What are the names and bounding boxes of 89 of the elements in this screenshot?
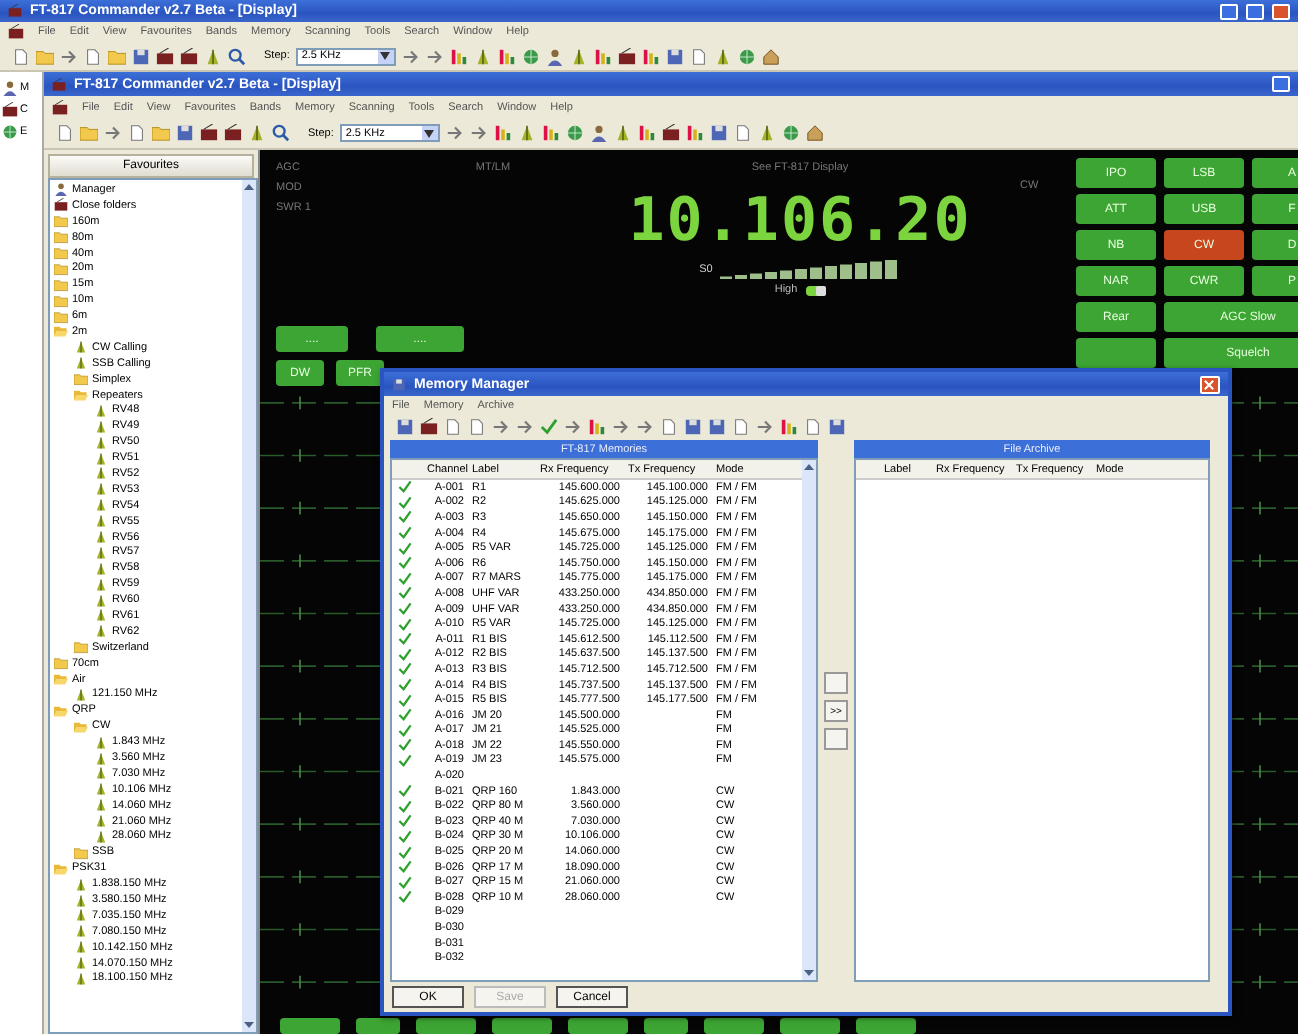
folder-icon[interactable] <box>74 845 88 860</box>
folder-icon[interactable] <box>74 372 88 387</box>
arrow-icon[interactable] <box>492 418 510 436</box>
antenna-icon[interactable] <box>757 124 776 142</box>
radio-icon[interactable] <box>661 124 680 142</box>
arrow-icon[interactable] <box>756 418 774 436</box>
antenna-icon[interactable] <box>569 47 588 65</box>
bars-icon[interactable] <box>541 124 560 142</box>
transfer-button[interactable] <box>824 672 848 694</box>
antenna-icon[interactable] <box>517 124 536 142</box>
minimize-button[interactable] <box>1272 76 1290 92</box>
radio-icon[interactable] <box>52 99 68 115</box>
transfer-button[interactable] <box>824 728 848 750</box>
document-icon[interactable] <box>732 418 750 436</box>
arrow-icon[interactable] <box>612 418 630 436</box>
radio-icon[interactable] <box>617 47 636 65</box>
radio-icon[interactable] <box>224 124 242 142</box>
radio-icon[interactable] <box>8 24 24 40</box>
arrow-icon[interactable] <box>445 124 464 142</box>
bars-icon[interactable] <box>588 418 606 436</box>
magnifier-icon[interactable] <box>272 124 290 142</box>
antenna-icon[interactable] <box>473 47 492 65</box>
document-icon[interactable] <box>689 47 708 65</box>
bars-icon[interactable] <box>497 47 516 65</box>
radio-icon[interactable] <box>180 47 198 65</box>
dropdown-arrow-icon <box>380 52 391 60</box>
power-toggle[interactable] <box>805 285 826 295</box>
house-icon[interactable] <box>761 47 780 65</box>
maximize-button[interactable] <box>1246 3 1264 19</box>
folder-icon[interactable] <box>36 47 54 65</box>
close-button[interactable] <box>1200 375 1220 393</box>
dropdown-arrow-icon <box>424 129 435 137</box>
minimize-button[interactable] <box>1220 3 1238 19</box>
bars-icon[interactable] <box>641 47 660 65</box>
antenna-icon[interactable] <box>204 47 222 65</box>
person-icon[interactable] <box>2 80 18 96</box>
antenna-icon[interactable] <box>248 124 266 142</box>
antenna-icon[interactable] <box>74 687 88 702</box>
radio-icon[interactable] <box>156 47 174 65</box>
scroll-down-icon[interactable] <box>802 966 816 980</box>
document-icon[interactable] <box>84 47 102 65</box>
arrow-icon[interactable] <box>564 418 582 436</box>
radio-icon[interactable] <box>8 4 22 18</box>
antenna-icon[interactable] <box>613 124 632 142</box>
antenna-icon[interactable] <box>713 47 732 65</box>
globe-icon[interactable] <box>781 124 800 142</box>
arrow-icon[interactable] <box>425 47 444 65</box>
arrow-icon[interactable] <box>401 47 420 65</box>
folder-icon[interactable] <box>108 47 126 65</box>
house-icon[interactable] <box>805 124 824 142</box>
document-icon[interactable] <box>128 124 146 142</box>
bars-icon[interactable] <box>780 418 798 436</box>
bars-icon[interactable] <box>637 124 656 142</box>
magnifier-icon[interactable] <box>228 47 246 65</box>
frequency-readout: 10.106.20 <box>628 186 972 256</box>
arrow-icon[interactable] <box>60 47 78 65</box>
document-icon[interactable] <box>660 418 678 436</box>
bars-icon[interactable] <box>685 124 704 142</box>
person-icon[interactable] <box>589 124 608 142</box>
person-icon[interactable] <box>54 182 68 197</box>
document-icon[interactable] <box>56 124 74 142</box>
arrow-icon[interactable] <box>636 418 654 436</box>
globe-icon[interactable] <box>737 47 756 65</box>
arrow-icon[interactable] <box>469 124 488 142</box>
close-button[interactable] <box>1272 3 1290 19</box>
bars-icon[interactable] <box>449 47 468 65</box>
globe-icon[interactable] <box>521 47 540 65</box>
cross-icon[interactable] <box>1202 377 1216 391</box>
arrow-icon[interactable] <box>104 124 122 142</box>
folder-icon[interactable] <box>80 124 98 142</box>
document-icon[interactable] <box>733 124 752 142</box>
globe-icon[interactable] <box>565 124 584 142</box>
scrollbar[interactable] <box>802 460 816 980</box>
globe-icon[interactable] <box>2 124 18 140</box>
scrollbar[interactable] <box>242 180 256 1032</box>
scroll-down-icon[interactable] <box>242 1018 256 1032</box>
bars-icon[interactable] <box>493 124 512 142</box>
document-icon[interactable] <box>804 418 822 436</box>
radio-icon[interactable] <box>420 418 438 436</box>
folder-icon[interactable] <box>152 124 170 142</box>
radio-icon[interactable] <box>52 77 66 91</box>
bars-icon[interactable] <box>593 47 612 65</box>
person-icon[interactable] <box>545 47 564 65</box>
check-icon[interactable] <box>540 418 558 436</box>
radio-icon[interactable] <box>54 198 68 213</box>
arrow-icon[interactable] <box>516 418 534 436</box>
radio-icon[interactable] <box>200 124 218 142</box>
document-icon[interactable] <box>12 47 30 65</box>
radio-icon[interactable] <box>2 102 18 118</box>
